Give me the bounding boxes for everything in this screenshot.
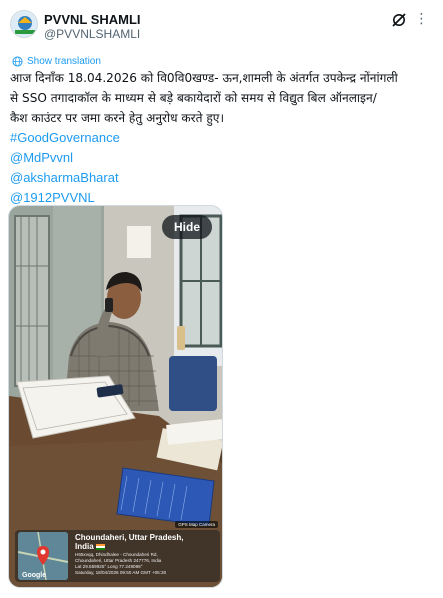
more-icon[interactable]: ⋮: [413, 10, 431, 28]
geo-stamp-overlay: Google GPS Map Camera Choundaheri, Uttar…: [15, 521, 220, 582]
author-handle[interactable]: @PVVNLSHAMLI: [44, 27, 140, 41]
post-header: PVVNL SHAMLI @PVVNLSHAMLI ⋮: [10, 10, 433, 44]
map-logo: Google: [22, 572, 47, 579]
mention-link[interactable]: @aksharmaBharat: [10, 168, 438, 188]
mention-link[interactable]: @MdPvvnl: [10, 148, 438, 168]
hide-button[interactable]: Hide: [161, 215, 212, 239]
geo-location: Choundaheri, Uttar Pradesh,: [75, 533, 184, 542]
globe-icon: [12, 56, 23, 67]
camera-badge: GPS Map Camera: [175, 521, 218, 528]
author-name[interactable]: PVVNL SHAMLI: [44, 12, 141, 27]
flag-icon: [95, 543, 105, 550]
show-translation-link[interactable]: Show translation: [12, 56, 101, 67]
post-text-line: कैश काउंटर पर जमा करने हेतु अनुरोध करते …: [10, 111, 225, 125]
hashtag-link[interactable]: #GoodGovernance: [10, 128, 438, 148]
geo-country-label: India: [75, 542, 94, 551]
author-avatar[interactable]: [10, 10, 38, 38]
geo-details: H65xvqq, Dhindhalee - Choundaheri Rd, Ch…: [75, 552, 166, 576]
post-text-line: से SSO तगादाकॉल के माध्यम से बड़े बकायेद…: [10, 91, 377, 105]
map-thumbnail: Google: [18, 532, 68, 580]
grok-icon[interactable]: [391, 12, 407, 28]
post-text-line: आज दिनाँक 18.04.2026 को वि0वि0खण्ड- ऊन,श…: [10, 71, 398, 85]
geo-timestamp: Saturday, 18/04/2026 09:50 AM GMT +05:30: [75, 570, 167, 575]
post-photo[interactable]: Hide Google GPS Map Camera Choundaheri, …: [8, 205, 223, 588]
geo-country: India: [75, 542, 105, 551]
show-translation-label: Show translation: [27, 56, 101, 67]
post-text: आज दिनाँक 18.04.2026 को वि0वि0खण्ड- ऊन,श…: [10, 68, 438, 208]
